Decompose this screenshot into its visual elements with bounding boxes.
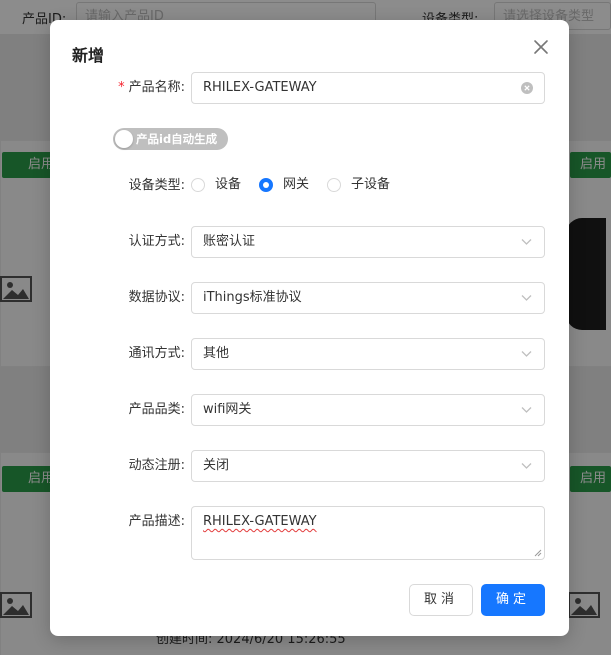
radio-circle <box>259 178 273 192</box>
data-protocol-value: iThings标准协议 <box>203 290 302 305</box>
product-category-select[interactable]: wifi网关 <box>191 394 545 426</box>
dynamic-register-select[interactable]: 关闭 <box>191 450 545 482</box>
chevron-down-icon <box>521 295 532 301</box>
dynamic-register-label: 动态注册: <box>128 458 185 473</box>
required-mark: * <box>118 80 125 95</box>
chevron-down-icon <box>521 463 532 469</box>
description-value: RHILEX-GATEWAY <box>203 514 317 529</box>
confirm-button[interactable]: 确定 <box>481 584 545 616</box>
form-row-product-name: * 产品名称: RHILEX-GATEWAY <box>50 72 569 104</box>
chevron-down-icon <box>521 239 532 245</box>
auth-method-label: 认证方式: <box>128 234 185 249</box>
radio-circle <box>191 178 205 192</box>
cancel-button[interactable]: 取消 <box>409 584 473 616</box>
product-category-value: wifi网关 <box>203 402 252 417</box>
description-label: 产品描述: <box>128 514 185 529</box>
radio-circle <box>327 178 341 192</box>
switch-knob <box>115 130 133 148</box>
clear-icon[interactable] <box>521 82 533 94</box>
data-protocol-select[interactable]: iThings标准协议 <box>191 282 545 314</box>
form-row-data-protocol: 数据协议: iThings标准协议 <box>50 282 569 314</box>
add-product-dialog: 新增 *产品名称: RHILEX-GATEWAY 产品id自动生成 设备类型: <box>50 20 569 636</box>
dialog-title: 新增 <box>72 46 105 65</box>
auth-method-select[interactable]: 账密认证 <box>191 226 545 258</box>
product-name-value: RHILEX-GATEWAY <box>203 80 317 95</box>
radio-label: 子设备 <box>351 177 391 192</box>
comm-method-value: 其他 <box>203 346 230 361</box>
chevron-down-icon <box>521 351 532 357</box>
product-name-input[interactable]: RHILEX-GATEWAY <box>191 72 545 104</box>
form-row-comm-method: 通讯方式: 其他 <box>50 338 569 370</box>
page: 产品ID: 请输入产品ID 设备类型: 请选择设备类型 启用 启用 启用 启用 … <box>0 0 611 655</box>
form-row-description: 产品描述: RHILEX-GATEWAY <box>50 506 569 560</box>
radio-label: 网关 <box>283 177 310 192</box>
product-category-label: 产品品类: <box>128 402 185 417</box>
comm-method-label: 通讯方式: <box>128 346 185 361</box>
form-row-dynamic-register: 动态注册: 关闭 <box>50 450 569 482</box>
product-name-label-text: 产品名称: <box>128 80 185 95</box>
form-row-device-type: 设备类型: 设备 网关 子设备 <box>50 170 569 202</box>
data-protocol-label: 数据协议: <box>128 290 185 305</box>
auth-method-value: 账密认证 <box>203 234 256 249</box>
form-row-auth-method: 认证方式: 账密认证 <box>50 226 569 258</box>
comm-method-select[interactable]: 其他 <box>191 338 545 370</box>
radio-label: 设备 <box>215 177 242 192</box>
form-row-product-category: 产品品类: wifi网关 <box>50 394 569 426</box>
close-icon[interactable] <box>532 38 550 56</box>
dynamic-register-value: 关闭 <box>203 458 230 473</box>
product-name-label: * 产品名称: <box>118 72 185 104</box>
chevron-down-icon <box>521 407 532 413</box>
auto-id-switch[interactable]: 产品id自动生成 <box>113 128 228 150</box>
resize-handle-icon[interactable] <box>534 549 542 557</box>
description-textarea[interactable]: RHILEX-GATEWAY <box>191 506 545 560</box>
device-type-label: 设备类型: <box>128 178 185 193</box>
auto-id-switch-label: 产品id自动生成 <box>136 132 218 146</box>
